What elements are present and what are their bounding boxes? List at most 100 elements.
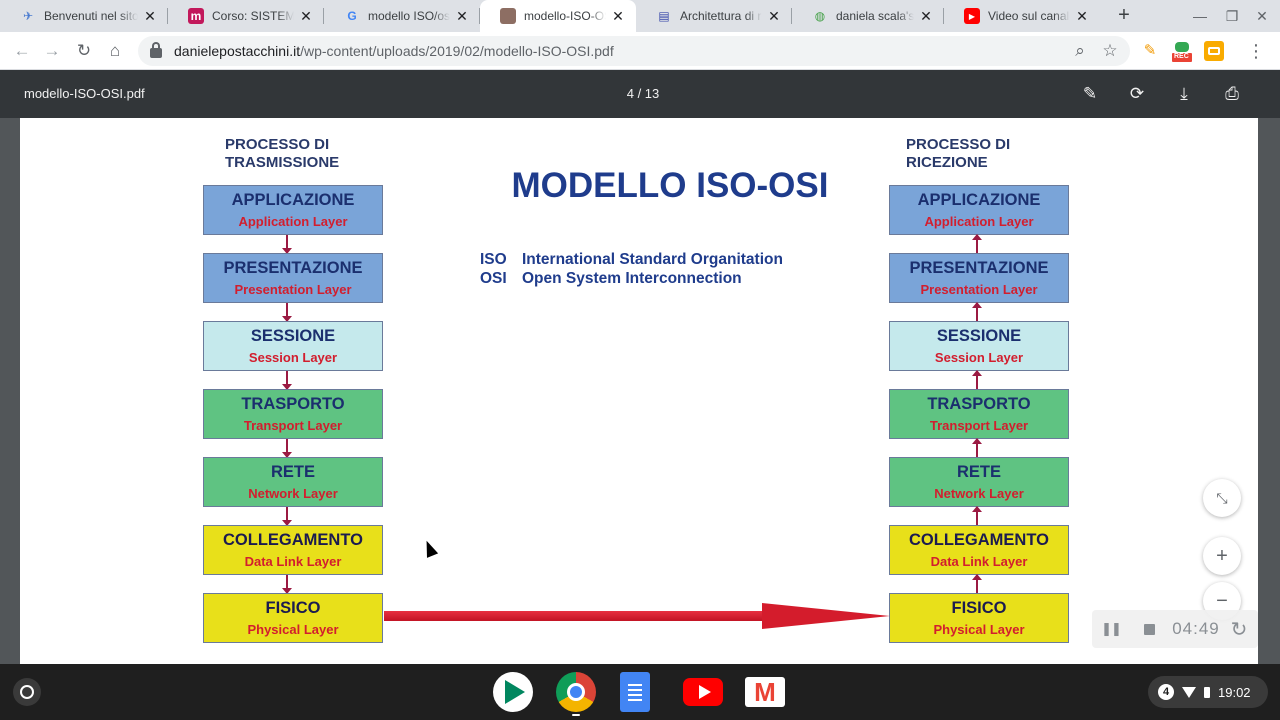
close-icon[interactable]: ✕ [918, 8, 934, 25]
stop-button[interactable] [1130, 623, 1168, 635]
tab-architettura-di-rete[interactable]: ▤ Architettura di ret ✕ [636, 0, 792, 32]
layer-subtitle: Transport Layer [243, 418, 343, 433]
chrome-icon[interactable] [556, 672, 596, 712]
layer-subtitle: Presentation Layer [234, 282, 352, 297]
tab-google-search[interactable]: G modello ISO/osi n ✕ [324, 0, 480, 32]
layer-name: APPLICAZIONE [917, 191, 1041, 209]
left-process-label: PROCESSO DI TRASMISSIONE [225, 136, 339, 172]
right-layer-fisico: FISICO Physical Layer [889, 593, 1069, 643]
layer-subtitle: Presentation Layer [920, 282, 1038, 297]
right-connector-arrow [972, 370, 982, 389]
pdf-page: PROCESSO DI TRASMISSIONE PROCESSO DI RIC… [20, 118, 1258, 664]
restore-icon[interactable]: ❐ [1222, 6, 1242, 26]
annotate-pencil-icon[interactable]: ✎ [1078, 82, 1102, 106]
right-process-label: PROCESSO DI RICEZIONE [906, 136, 1010, 172]
green-globe-icon: ◍ [814, 9, 826, 23]
fit-page-icon[interactable]: ⤡ [1203, 479, 1241, 517]
close-icon[interactable]: ✕ [454, 8, 470, 25]
layer-name: PRESENTAZIONE [223, 259, 363, 277]
address-bar[interactable]: danielepostacchini.it/wp-content/uploads… [138, 36, 1130, 66]
tab-title: daniela scala's Lit [836, 9, 914, 23]
close-window-icon[interactable]: ✕ [1252, 6, 1272, 26]
left-connector-arrow [282, 371, 292, 390]
layer-name: TRASPORTO [241, 395, 345, 413]
tab-title: modello ISO/osi n [368, 9, 450, 23]
bookmark-star-icon[interactable]: ☆ [1098, 39, 1122, 63]
minimize-icon[interactable]: — [1190, 6, 1210, 26]
play-store-icon[interactable] [493, 672, 533, 712]
clock: 19:02 [1218, 684, 1251, 700]
reset-icon[interactable]: ↻ [1224, 617, 1254, 642]
right-connector-arrow [972, 234, 982, 253]
blue-bird-icon: ✈ [22, 9, 34, 23]
layer-name: SESSIONE [936, 327, 1022, 345]
kebab-menu-icon[interactable]: ⋮ [1244, 39, 1268, 63]
arrow-head [762, 603, 890, 629]
close-icon[interactable]: ✕ [298, 8, 314, 25]
zoom-icon[interactable]: ⌕ [1068, 39, 1092, 63]
notification-count: 4 [1158, 684, 1174, 700]
left-layer-presentazione: PRESENTAZIONE Presentation Layer [203, 253, 383, 303]
rotate-icon[interactable]: ⟳ [1125, 82, 1149, 106]
layer-name: FISICO [951, 599, 1007, 617]
page-indicator[interactable]: 4 / 13 [600, 86, 686, 101]
forward-arrow-icon[interactable]: → [40, 39, 64, 63]
left-layer-fisico: FISICO Physical Layer [203, 593, 383, 643]
layer-subtitle: Data Link Layer [930, 554, 1028, 569]
print-icon[interactable]: ⎙ [1220, 82, 1244, 106]
close-icon[interactable]: ✕ [142, 8, 158, 25]
launcher-circle-icon [20, 685, 34, 699]
launcher-button[interactable] [13, 678, 41, 706]
layer-name: TRASPORTO [927, 395, 1031, 413]
tab-daniela-scala[interactable]: ◍ daniela scala's Lit ✕ [792, 0, 944, 32]
slide-title: MODELLO ISO-OSI [511, 166, 829, 205]
browser-toolbar: ← → ↻ ⌂ danielepostacchini.it/wp-content… [0, 32, 1280, 70]
url-domain: danielepostacchini.it [174, 43, 301, 59]
right-layer-sessione: SESSIONE Session Layer [889, 321, 1069, 371]
tab-corso-sistemi[interactable]: m Corso: SISTEMI E ✕ [168, 0, 324, 32]
screen-recorder-widget: ❚❚ 04:49 ↻ [1092, 610, 1258, 648]
close-icon[interactable]: ✕ [610, 8, 626, 25]
right-layer-trasporto: TRASPORTO Transport Layer [889, 389, 1069, 439]
orange-extension-icon[interactable] [1204, 41, 1224, 61]
pdf-toolbar: modello-ISO-OSI.pdf 4 / 13 ✎ ⟳ ⤓ ⎙ [0, 70, 1280, 118]
close-icon[interactable]: ✕ [1074, 8, 1090, 25]
tab-title: Architettura di ret [680, 9, 762, 23]
layer-subtitle: Application Layer [924, 214, 1034, 229]
zoom-in-button[interactable]: + [1203, 537, 1241, 575]
gmail-icon[interactable]: M [745, 677, 785, 707]
download-icon[interactable]: ⤓ [1172, 82, 1196, 106]
pdf-viewport[interactable]: PROCESSO DI TRASMISSIONE PROCESSO DI RIC… [0, 118, 1280, 664]
left-layer-sessione: SESSIONE Session Layer [203, 321, 383, 371]
back-arrow-icon[interactable]: ← [10, 39, 34, 63]
pencil-extension-icon[interactable]: ✎ [1140, 41, 1160, 61]
left-layer-trasporto: TRASPORTO Transport Layer [203, 389, 383, 439]
layer-name: APPLICAZIONE [231, 191, 355, 209]
reload-icon[interactable]: ↻ [72, 39, 96, 63]
left-connector-arrow [282, 303, 292, 322]
layer-subtitle: Physical Layer [933, 622, 1025, 637]
tab-video-sul-canale[interactable]: ▶ Video sul canale ✕ [944, 0, 1100, 32]
pause-icon[interactable]: ❚❚ [1092, 621, 1130, 637]
layer-name: FISICO [265, 599, 321, 617]
stop-icon [1143, 623, 1155, 635]
right-layer-presentazione: PRESENTAZIONE Presentation Layer [889, 253, 1069, 303]
layer-subtitle: Network Layer [248, 486, 338, 501]
rec-extension-icon[interactable]: REC [1171, 39, 1193, 63]
youtube-icon[interactable] [683, 678, 723, 706]
wifi-icon [1182, 686, 1196, 698]
tab-title: Video sul canale [988, 9, 1070, 23]
right-connector-arrow [972, 574, 982, 593]
docs-icon[interactable] [620, 672, 650, 712]
status-tray[interactable]: 4 19:02 [1148, 676, 1268, 708]
right-layer-rete: RETE Network Layer [889, 457, 1069, 507]
new-tab-button[interactable]: + [1112, 4, 1136, 28]
layer-name: COLLEGAMENTO [909, 531, 1049, 549]
right-connector-arrow [972, 506, 982, 525]
left-layer-applicazione: APPLICAZIONE Application Layer [203, 185, 383, 235]
url-text[interactable]: danielepostacchini.it/wp-content/uploads… [174, 43, 614, 59]
close-icon[interactable]: ✕ [766, 8, 782, 25]
tab-benvenuti[interactable]: ✈ Benvenuti nel sito ✕ [0, 0, 168, 32]
home-icon[interactable]: ⌂ [103, 39, 127, 63]
tab-modello-iso-osi-pdf[interactable]: modello-ISO-OSI.p ✕ [480, 0, 636, 32]
